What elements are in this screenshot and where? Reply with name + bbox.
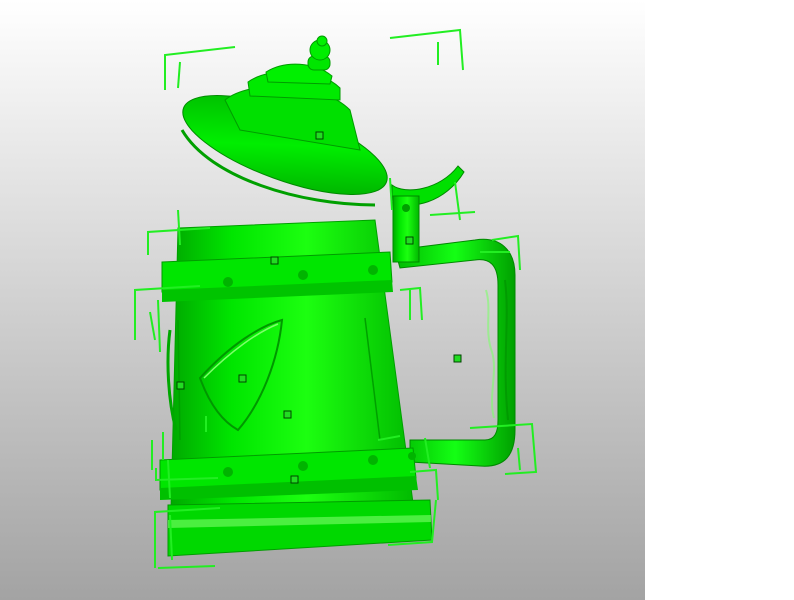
stein-handle[interactable] xyxy=(394,238,516,467)
beer-stein-model[interactable] xyxy=(0,0,645,600)
pivot-handle-emblem xyxy=(238,374,247,383)
pivot-handle-upper-band xyxy=(270,256,279,265)
stein-body[interactable] xyxy=(159,219,433,557)
pivot-handle-body xyxy=(283,410,292,419)
pivot-handle-lower-band xyxy=(290,475,299,484)
3d-viewport[interactable] xyxy=(0,0,645,600)
pivot-handle-hinge xyxy=(405,236,414,245)
empty-panel-area xyxy=(645,0,794,600)
pivot-handle-handle xyxy=(453,354,462,363)
pivot-handle-lid xyxy=(315,131,324,140)
pivot-handle-side xyxy=(176,381,185,390)
stein-lid[interactable] xyxy=(172,35,399,215)
